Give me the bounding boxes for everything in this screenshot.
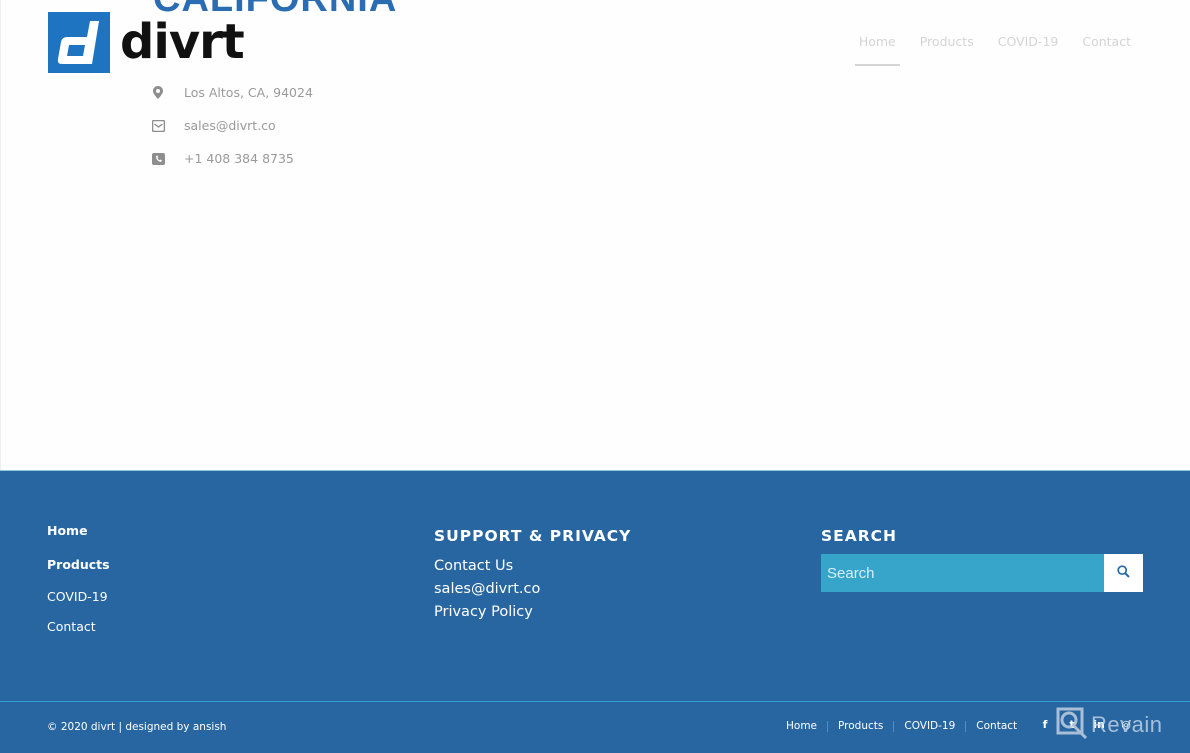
separator xyxy=(965,720,967,732)
copyright-text: © 2020 divrt | designed by ansish xyxy=(47,721,227,733)
separator xyxy=(893,720,895,732)
socket-link-contact[interactable]: Contact xyxy=(976,720,1017,732)
footer-socket: © 2020 divrt | designed by ansish Home P… xyxy=(0,701,1190,753)
envelope-icon xyxy=(151,119,165,133)
footer-nav: Home Products COVID-19 Contact xyxy=(47,523,110,634)
footer: Home Products COVID-19 Contact SUPPORT &… xyxy=(0,470,1190,701)
socket-link-products[interactable]: Products xyxy=(838,720,883,732)
footer-link-contact[interactable]: Contact xyxy=(47,619,110,634)
facebook-icon[interactable]: f xyxy=(1038,718,1052,731)
contact-email: sales@divrt.co xyxy=(151,109,313,142)
revain-watermark: Revain xyxy=(1055,706,1162,744)
socket-link-home[interactable]: Home xyxy=(786,720,817,732)
search-button[interactable] xyxy=(1104,554,1143,592)
footer-link-covid-19[interactable]: COVID-19 xyxy=(47,589,110,604)
main-nav: Home Products COVID-19 Contact xyxy=(847,34,1143,66)
contact-us-link[interactable]: Contact Us xyxy=(434,555,631,578)
phone-icon xyxy=(151,152,165,166)
search-icon xyxy=(1117,565,1130,581)
nav-home[interactable]: Home xyxy=(847,34,908,66)
support-title: SUPPORT & PRIVACY xyxy=(434,527,632,545)
logo-mark-icon xyxy=(48,12,110,73)
contact-address: Los Altos, CA, 94024 xyxy=(151,76,313,109)
contact-info: Los Altos, CA, 94024 sales@divrt.co +1 4… xyxy=(151,76,313,175)
search-title: SEARCH xyxy=(821,527,898,545)
search-form xyxy=(821,554,1143,592)
phone-text[interactable]: +1 408 384 8735 xyxy=(184,151,294,166)
nav-products[interactable]: Products xyxy=(908,34,986,66)
search-input[interactable] xyxy=(821,554,1104,592)
site-logo[interactable]: divrt xyxy=(48,12,245,73)
separator xyxy=(827,720,829,732)
watermark-text: Revain xyxy=(1091,712,1163,737)
privacy-policy-link[interactable]: Privacy Policy xyxy=(434,601,631,624)
email-link[interactable]: sales@divrt.co xyxy=(434,578,631,601)
footer-link-products[interactable]: Products xyxy=(47,557,110,572)
nav-covid-19[interactable]: COVID-19 xyxy=(986,34,1071,66)
nav-contact[interactable]: Contact xyxy=(1070,34,1143,66)
socket-link-covid-19[interactable]: COVID-19 xyxy=(904,720,955,732)
footer-link-home[interactable]: Home xyxy=(47,523,110,538)
email-text[interactable]: sales@divrt.co xyxy=(184,118,276,133)
revain-logo-icon xyxy=(1055,706,1089,744)
support-privacy-section: SUPPORT & PRIVACY Contact Us sales@divrt… xyxy=(434,527,631,624)
logo-text: divrt xyxy=(120,14,245,70)
contact-phone: +1 408 384 8735 xyxy=(151,142,313,175)
search-section: SEARCH xyxy=(821,527,1143,592)
map-pin-icon xyxy=(151,86,165,100)
main-content: CALIFORNIA divrt Home Products COVID-19 … xyxy=(0,0,1190,470)
socket-nav: Home Products COVID-19 Contact xyxy=(786,720,1017,732)
address-text: Los Altos, CA, 94024 xyxy=(184,85,313,100)
